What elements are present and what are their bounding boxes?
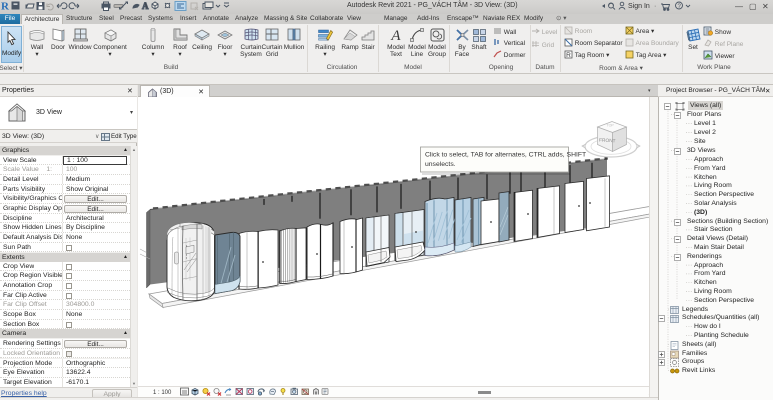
- svg-text:?: ?: [678, 4, 682, 10]
- svg-text:·: ·: [654, 3, 656, 10]
- svg-text:TOP: TOP: [607, 123, 615, 127]
- svg-text:A: A: [142, 1, 149, 11]
- svg-text:R: R: [1, 1, 10, 13]
- svg-text:Sign In: Sign In: [628, 3, 650, 10]
- svg-text:Click to select, TAB for alter: Click to select, TAB for alternates, CTR…: [425, 152, 586, 159]
- svg-text:FRONT: FRONT: [599, 138, 616, 145]
- svg-text:R: R: [566, 52, 571, 59]
- svg-text:unselects.: unselects.: [425, 161, 456, 168]
